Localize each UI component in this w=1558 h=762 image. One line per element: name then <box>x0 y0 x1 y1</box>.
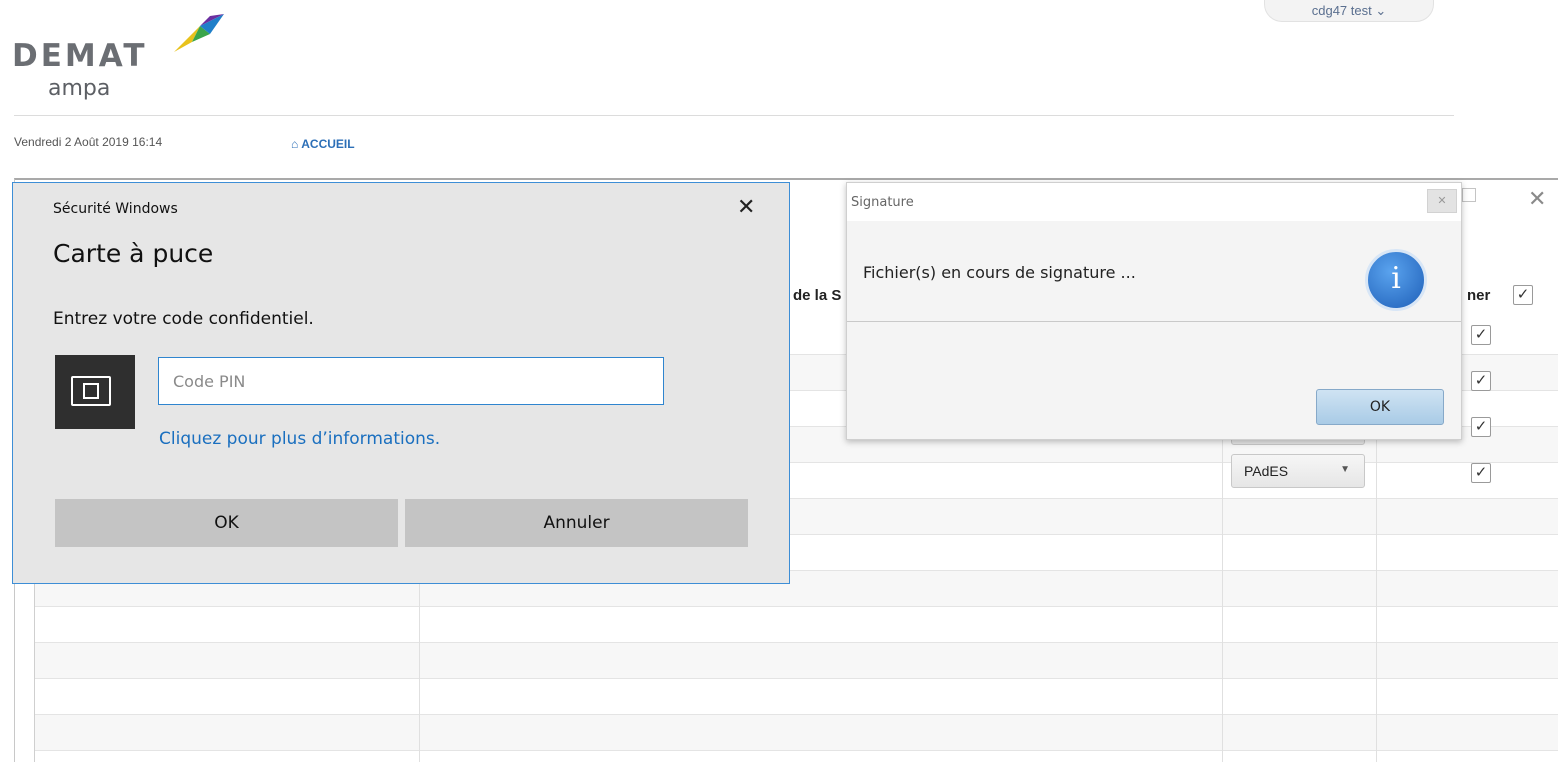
row-sign-checkbox[interactable]: ✓ <box>1471 325 1491 345</box>
signature-dialog: Signature ✕ Fichier(s) en cours de signa… <box>846 182 1462 440</box>
logo: DEMAT ampa <box>12 8 224 108</box>
table-row <box>35 715 1558 751</box>
table-row <box>35 643 1558 679</box>
dialog-title: Signature <box>851 195 914 210</box>
chevron-down-icon: ⌄ <box>1375 3 1387 18</box>
column-header-sign[interactable]: ner <box>1467 275 1490 319</box>
hummingbird-logo-icon <box>174 14 224 52</box>
header-divider <box>14 115 1454 116</box>
dialog-titlebar: Signature ✕ <box>847 183 1461 221</box>
windows-security-dialog: Sécurité Windows ✕ Carte à puce Entrez v… <box>12 182 790 584</box>
row-sign-checkbox[interactable]: ✓ <box>1471 417 1491 437</box>
ok-button[interactable]: OK <box>1316 389 1444 425</box>
logo-subtitle: ampa <box>48 76 111 101</box>
user-menu-label: cdg47 test <box>1311 3 1372 18</box>
smart-card-icon <box>55 355 135 429</box>
table-row <box>35 607 1558 643</box>
home-icon: ⌂ <box>291 137 299 151</box>
close-icon[interactable]: ✕ <box>737 195 755 220</box>
pin-input[interactable] <box>158 357 664 405</box>
cancel-button[interactable]: Annuler <box>405 499 748 547</box>
column-header-sign-label: ner <box>1467 287 1491 304</box>
dialog-heading: Carte à puce <box>53 239 214 268</box>
logo-wordmark: DEMAT <box>12 38 148 74</box>
current-date: Vendredi 2 Août 2019 16:14 <box>14 135 163 149</box>
select-all-checkbox[interactable]: ✓ <box>1513 285 1533 305</box>
signing-status-message: Fichier(s) en cours de signature ... <box>863 263 1136 282</box>
row-sign-checkbox[interactable]: ✓ <box>1471 463 1491 483</box>
dropdown-arrow-icon: ▼ <box>1340 464 1350 475</box>
maximize-icon[interactable] <box>1462 188 1476 202</box>
info-icon: i <box>1365 249 1427 311</box>
column-header-name: de la S <box>793 287 842 304</box>
close-icon[interactable]: ✕ <box>1528 186 1546 212</box>
nav-accueil-link[interactable]: ⌂ ACCUEIL <box>291 137 355 151</box>
ok-button[interactable]: OK <box>55 499 398 547</box>
user-menu-button[interactable]: cdg47 test ⌄ <box>1264 0 1434 22</box>
dialog-title: Sécurité Windows <box>53 201 178 217</box>
close-icon[interactable]: ✕ <box>1427 189 1457 213</box>
dialog-divider <box>847 321 1461 322</box>
more-info-link[interactable]: Cliquez pour plus d’informations. <box>159 429 440 449</box>
signature-format-select[interactable]: PAdES ▼ <box>1231 454 1365 488</box>
row-sign-checkbox[interactable]: ✓ <box>1471 371 1491 391</box>
signature-format-value: PAdES <box>1244 463 1289 479</box>
table-row <box>35 679 1558 715</box>
nav-accueil-label: ACCUEIL <box>301 137 355 151</box>
pin-prompt: Entrez votre code confidentiel. <box>53 309 314 329</box>
